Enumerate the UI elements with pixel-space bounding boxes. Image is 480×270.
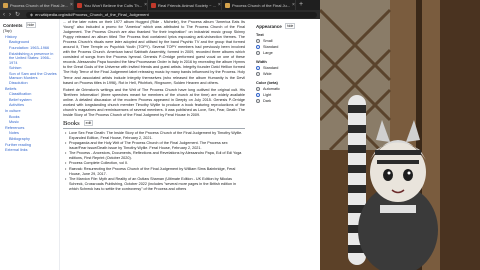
wood-pillar xyxy=(440,0,480,270)
contents-list: (Top) History Background Foundation: 1963–1… xyxy=(3,29,59,154)
streamer-video-panel xyxy=(320,0,480,270)
appearance-option-label: Small xyxy=(263,39,273,43)
appearance-option[interactable]: Dark xyxy=(256,98,320,104)
appearance-group-label: Width xyxy=(256,59,267,64)
forward-icon[interactable]: › xyxy=(9,12,11,18)
url-text: en.wikipedia.org/wiki/Process_Church_of_… xyxy=(35,11,149,17)
contents-item[interactable]: Son of Sam and the Charles Manson Murder… xyxy=(3,72,59,81)
contents-title: Contents xyxy=(3,22,23,28)
appearance-option[interactable]: Large xyxy=(256,50,320,56)
appearance-option-label: Standard xyxy=(263,66,279,70)
contents-hide-button[interactable]: hide xyxy=(25,22,37,28)
close-tab-icon[interactable]: × xyxy=(70,2,73,8)
contents-header: Contents hide xyxy=(3,22,59,28)
radio-icon[interactable] xyxy=(256,45,260,49)
appearance-panel: Appearance hide Text Small Standard Large Wi… xyxy=(250,19,320,270)
browser-tab[interactable]: Process Church of the Final Je... × xyxy=(0,0,74,10)
favicon-icon xyxy=(77,2,82,8)
contents-item[interactable]: External links xyxy=(3,148,59,154)
article-content: ... of the later notes on their 1977 alb… xyxy=(63,19,245,270)
radio-icon[interactable] xyxy=(256,39,260,43)
radio-icon[interactable] xyxy=(256,87,260,91)
favicon-icon xyxy=(225,2,230,8)
favicon-icon xyxy=(3,2,8,8)
article-paragraph: ... of the later notes on their 1977 alb… xyxy=(63,20,245,85)
appearance-title: Appearance xyxy=(256,23,282,29)
book-list-item: Propaganda and the Holy Writ of The Proc… xyxy=(63,141,245,151)
back-icon[interactable]: ‹ xyxy=(3,12,5,18)
appearance-option-label: Automatic xyxy=(263,87,280,91)
favicon-icon xyxy=(151,2,156,8)
browser-tab[interactable]: Process Church of the Final Ju... × xyxy=(222,0,296,10)
radio-icon[interactable] xyxy=(256,51,260,55)
close-tab-icon[interactable]: × xyxy=(292,2,295,8)
appearance-option-label: Wide xyxy=(263,72,272,76)
radio-icon[interactable] xyxy=(256,72,260,76)
appearance-option-label: Dark xyxy=(263,99,272,103)
book-list-item: The Marxion File: Myth and Reality of an… xyxy=(63,177,245,192)
books-edit-link[interactable]: edit xyxy=(83,120,94,127)
radio-icon[interactable] xyxy=(256,66,260,70)
lock-icon: ◆ xyxy=(30,11,34,17)
tab-label: Process Church of the Final Je... xyxy=(10,2,69,8)
browser-tab[interactable]: Real Friends Animal Society ~ ... × xyxy=(148,0,222,10)
appearance-header: Appearance hide xyxy=(256,23,320,29)
contents-item[interactable]: Schism xyxy=(3,66,59,72)
tab-bar: Process Church of the Final Je... × You Wo… xyxy=(0,0,320,10)
close-tab-icon[interactable]: × xyxy=(144,2,147,8)
reload-icon[interactable]: ↻ xyxy=(15,12,20,18)
book-list-item: Love Sex Fear Death: The Inside Story of… xyxy=(63,131,245,141)
appearance-option-label: Light xyxy=(263,93,272,97)
appearance-groups: Text Small Standard Large Width Standard Wide C… xyxy=(256,32,320,104)
appearance-option[interactable]: Wide xyxy=(256,71,320,77)
appearance-group-label: Text xyxy=(256,32,264,37)
book-list-item: Raevak: Resurrecting the Process Church … xyxy=(63,167,245,177)
wikipedia-page: Contents hide (Top) History Background Foun… xyxy=(0,19,320,270)
contents-item[interactable]: Foundation: 1963–1966 xyxy=(3,46,59,52)
radio-icon[interactable] xyxy=(256,99,260,103)
close-tab-icon[interactable]: × xyxy=(218,2,221,8)
appearance-group-label: Color (beta) xyxy=(256,80,278,85)
book-list-item: The Process - Ancestors, Documents, Refl… xyxy=(63,151,245,161)
tab-label: Process Church of the Final Ju... xyxy=(232,2,291,8)
browser-tab[interactable]: You Won't Believe the Cults Th... × xyxy=(74,0,148,10)
appearance-option-label: Standard xyxy=(263,45,279,49)
contents-item[interactable]: Establishing a presence in the United St… xyxy=(3,52,59,65)
radio-icon[interactable] xyxy=(256,93,260,97)
contents-sidebar: Contents hide (Top) History Background Foun… xyxy=(0,19,60,270)
video-scene xyxy=(320,0,480,270)
new-tab-button[interactable]: + xyxy=(296,0,306,10)
tab-label: You Won't Believe the Cults Th... xyxy=(84,2,143,8)
tab-label: Real Friends Animal Society ~ ... xyxy=(158,2,216,8)
books-heading-text: Books xyxy=(63,119,80,127)
appearance-hide-button[interactable]: hide xyxy=(284,23,296,29)
article-paragraph: Robert de Grimston's writings and the Wr… xyxy=(63,87,245,117)
appearance-option-label: Large xyxy=(263,51,273,55)
books-list: Love Sex Fear Death: The Inside Story of… xyxy=(63,131,245,192)
url-field[interactable]: ◆ en.wikipedia.org/wiki/Process_Church_of… xyxy=(26,11,317,18)
books-heading: Books edit xyxy=(63,120,245,129)
address-bar: ‹ › ↻ ◆ en.wikipedia.org/wiki/Process_Chu… xyxy=(0,10,320,19)
